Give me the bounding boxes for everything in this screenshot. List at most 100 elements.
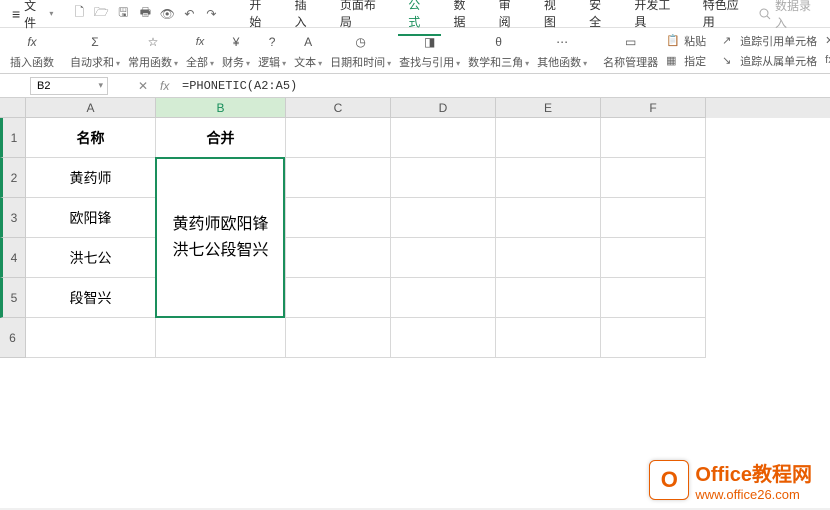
cell-f2[interactable]	[601, 158, 706, 198]
tab-formula[interactable]: 公式	[398, 0, 441, 36]
paste-button[interactable]: 📋 粘贴	[666, 32, 706, 50]
tab-review[interactable]: 审阅	[489, 0, 532, 36]
row-header-1[interactable]: 1	[0, 118, 26, 158]
cell-a3[interactable]: 欧阳锋	[26, 198, 156, 238]
row-header-3[interactable]: 3	[0, 198, 26, 238]
remove-arrows-button[interactable]: ✕ 移去箭头▾	[825, 32, 830, 50]
cell-b6[interactable]	[156, 318, 286, 358]
select-all-corner[interactable]	[0, 98, 26, 118]
financial-button[interactable]: ¥ 财务▾	[218, 32, 254, 70]
cell-a5[interactable]: 段智兴	[26, 278, 156, 318]
insert-function-button[interactable]: fx 插入函数	[6, 32, 58, 70]
row-headers: 1 2 3 4 5 6	[0, 118, 26, 358]
cell-c3[interactable]	[286, 198, 391, 238]
cell-d1[interactable]	[391, 118, 496, 158]
watermark-title: Office教程网	[695, 458, 812, 487]
file-menu[interactable]: ≡ 文件 ▾	[8, 0, 63, 31]
financial-icon: ¥	[226, 32, 246, 52]
cell-a1[interactable]: 名称	[26, 118, 156, 158]
col-header-e[interactable]: E	[496, 98, 601, 118]
save-icon[interactable]: 🖫	[115, 6, 131, 22]
open-icon[interactable]: 🗁	[93, 6, 109, 22]
undo-icon[interactable]: ↶	[181, 6, 197, 22]
cell-d6[interactable]	[391, 318, 496, 358]
cell-f3[interactable]	[601, 198, 706, 238]
assign-button[interactable]: ▦ 指定	[666, 52, 706, 70]
math-button[interactable]: θ 数学和三角▾	[464, 32, 533, 70]
trace-prec-icon: ↗	[722, 34, 736, 48]
trace-dependents-button[interactable]: ↘ 追踪从属单元格	[722, 52, 817, 70]
all-functions-button[interactable]: fx 全部▾	[182, 32, 218, 70]
fx-icon-small[interactable]: fx	[160, 79, 174, 93]
merge-text: 黄药师欧阳锋 洪七公段智兴	[172, 212, 268, 263]
cell-c4[interactable]	[286, 238, 391, 278]
cell-b2-merged[interactable]: 黄药师欧阳锋 洪七公段智兴	[156, 158, 286, 318]
row-header-2[interactable]: 2	[0, 158, 26, 198]
cell-c2[interactable]	[286, 158, 391, 198]
more-functions-button[interactable]: ⋯ 其他函数▾	[533, 32, 591, 70]
new-icon[interactable]: 🗋	[71, 6, 87, 22]
cell-f4[interactable]	[601, 238, 706, 278]
remove-arrows-icon: ✕	[825, 34, 830, 48]
cell-c1[interactable]	[286, 118, 391, 158]
formula-input[interactable]: =PHONETIC(A2:A5)	[182, 79, 297, 93]
cell-e4[interactable]	[496, 238, 601, 278]
datetime-button[interactable]: ◷ 日期和时间▾	[326, 32, 395, 70]
cell-a6[interactable]	[26, 318, 156, 358]
search-icon	[759, 8, 771, 20]
show-formula-button[interactable]: fx 显示公式	[825, 52, 830, 70]
cell-c5[interactable]	[286, 278, 391, 318]
tab-layout[interactable]: 页面布局	[330, 0, 396, 36]
cell-e2[interactable]	[496, 158, 601, 198]
cell-b1[interactable]: 合并	[156, 118, 286, 158]
col-header-c[interactable]: C	[286, 98, 391, 118]
col-header-f[interactable]: F	[601, 98, 706, 118]
cell-e3[interactable]	[496, 198, 601, 238]
cell-a4[interactable]: 洪七公	[26, 238, 156, 278]
assign-icon: ▦	[666, 54, 680, 68]
cell-c6[interactable]	[286, 318, 391, 358]
cell-e6[interactable]	[496, 318, 601, 358]
redo-icon[interactable]: ↷	[203, 6, 219, 22]
tab-developer[interactable]: 开发工具	[624, 0, 690, 36]
cancel-icon[interactable]: ✕	[138, 79, 152, 93]
col-header-d[interactable]: D	[391, 98, 496, 118]
col-header-b[interactable]: B	[156, 98, 286, 118]
more-icon: ⋯	[552, 32, 572, 52]
recent-functions-button[interactable]: ☆ 常用函数▾	[124, 32, 182, 70]
row-header-5[interactable]: 5	[0, 278, 26, 318]
trace-precedents-button[interactable]: ↗ 追踪引用单元格	[722, 32, 817, 50]
autosum-button[interactable]: Σ 自动求和▾	[66, 32, 124, 70]
logical-button[interactable]: ? 逻辑▾	[254, 32, 290, 70]
cell-d3[interactable]	[391, 198, 496, 238]
name-manager-button[interactable]: ▭ 名称管理器	[599, 32, 662, 70]
cell-a2[interactable]: 黄药师	[26, 158, 156, 198]
tab-view[interactable]: 视图	[534, 0, 577, 36]
cell-e5[interactable]	[496, 278, 601, 318]
name-box[interactable]: B2	[30, 77, 108, 95]
column-headers: A B C D E F	[26, 98, 830, 118]
lookup-button[interactable]: ◨ 查找与引用▾	[395, 32, 464, 70]
cell-d2[interactable]	[391, 158, 496, 198]
spreadsheet: A B C D E F 1 2 3 4 5 6 名称 合并 黄药师 欧阳锋 洪七…	[0, 98, 830, 508]
col-header-a[interactable]: A	[26, 98, 156, 118]
cell-e1[interactable]	[496, 118, 601, 158]
row-header-4[interactable]: 4	[0, 238, 26, 278]
tab-insert[interactable]: 插入	[285, 0, 328, 36]
tab-security[interactable]: 安全	[579, 0, 622, 36]
cell-d4[interactable]	[391, 238, 496, 278]
text-button[interactable]: A 文本▾	[290, 32, 326, 70]
text-icon: A	[298, 32, 318, 52]
cells-grid: 名称 合并 黄药师 欧阳锋 洪七公 段智兴 黄药师欧阳锋 洪七公段智兴	[26, 118, 830, 508]
cell-f5[interactable]	[601, 278, 706, 318]
cell-f6[interactable]	[601, 318, 706, 358]
cell-d5[interactable]	[391, 278, 496, 318]
cell-f1[interactable]	[601, 118, 706, 158]
tab-data[interactable]: 数据	[443, 0, 486, 36]
preview-icon[interactable]: 👁	[159, 6, 175, 22]
print-icon[interactable]: 🖶	[137, 6, 153, 22]
search-box[interactable]: 数据录入	[759, 0, 822, 31]
tab-special[interactable]: 特色应用	[693, 0, 759, 36]
row-header-6[interactable]: 6	[0, 318, 26, 358]
tab-start[interactable]: 开始	[239, 0, 282, 36]
